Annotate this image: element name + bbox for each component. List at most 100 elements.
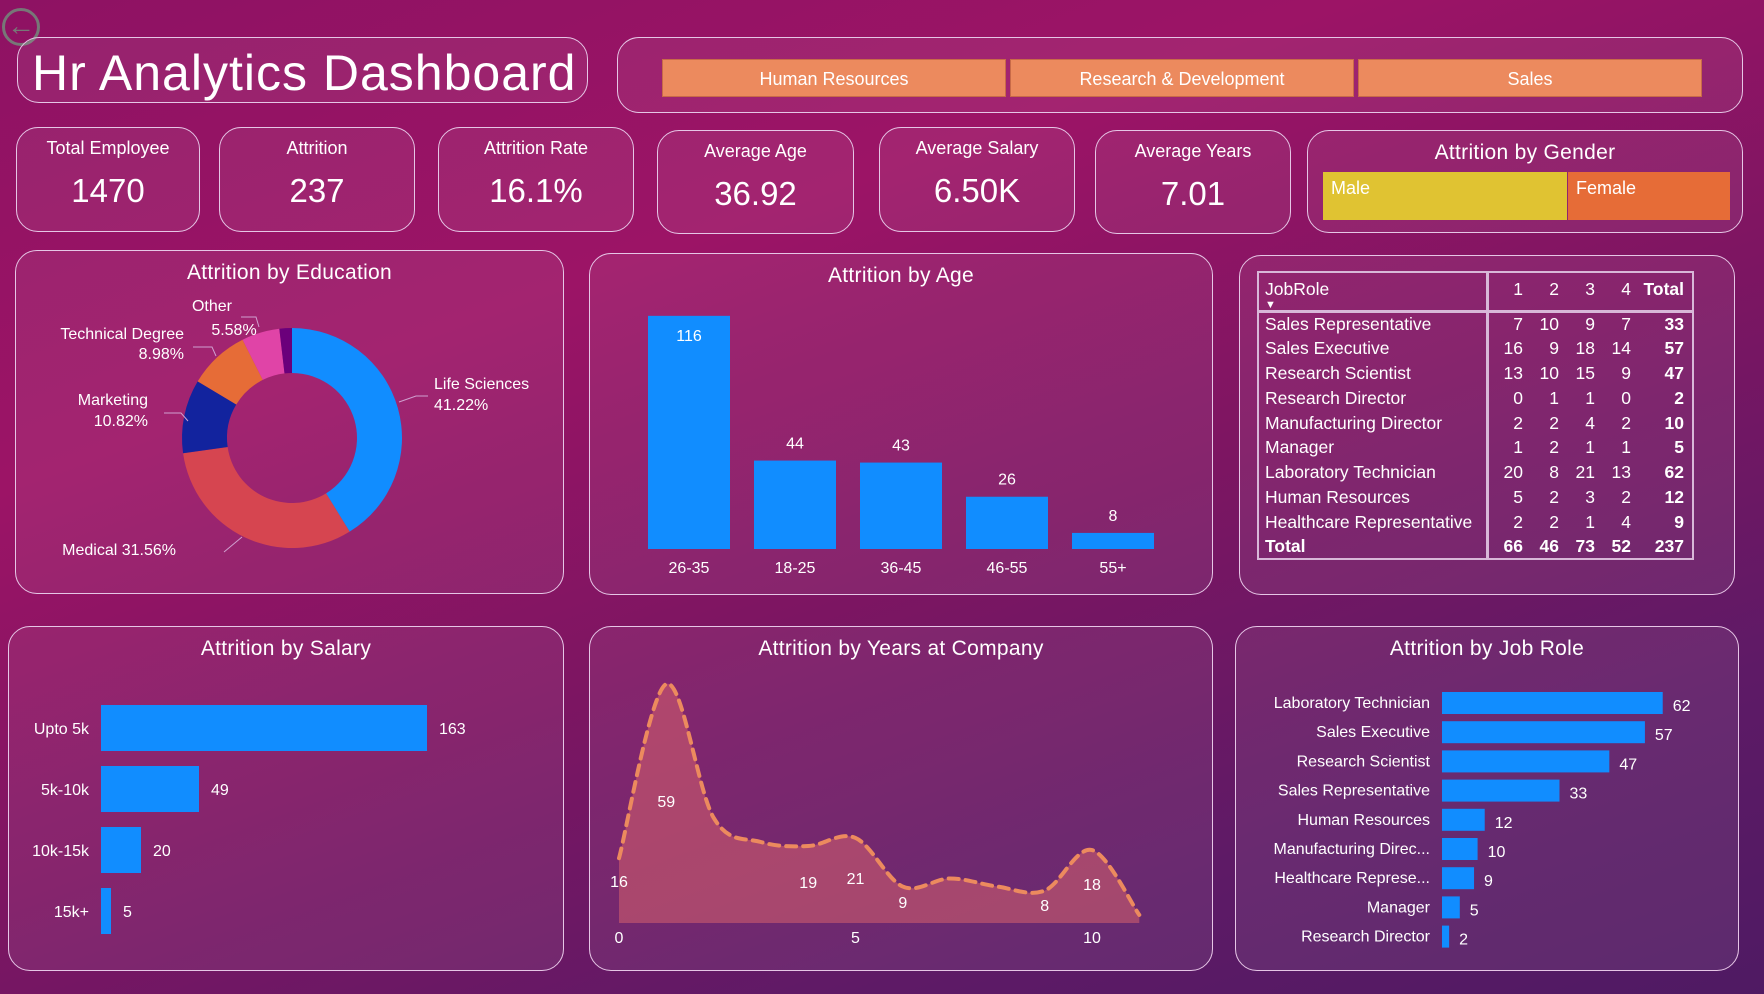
row-label: Healthcare Representative: [1258, 509, 1489, 535]
cell: 15: [1575, 362, 1595, 383]
cell: 1: [1621, 437, 1631, 458]
slice-label-name: Life Sciences: [434, 376, 529, 393]
cell: 5: [1674, 437, 1684, 458]
cell: 18: [1575, 338, 1595, 359]
gender-bar-female[interactable]: Female: [1568, 172, 1730, 220]
kpi-value: 6.50K: [933, 172, 1021, 209]
data-label: 18: [1083, 877, 1101, 894]
slice-label-value: 8.98%: [139, 346, 184, 363]
bar: [860, 462, 942, 549]
cell: 2: [1549, 412, 1559, 433]
row-label: Research Scientist: [1258, 361, 1489, 386]
data-label: 49: [211, 782, 229, 799]
cell: 47: [1664, 362, 1684, 383]
age-panel: Attrition by Age 116 26-35 44 18-25 43 36-45 2…: [589, 253, 1213, 595]
data-label: 2: [1459, 932, 1468, 949]
cell: 2: [1549, 486, 1559, 507]
y-tick-label: Laboratory Technician: [1274, 695, 1430, 712]
cell: 33: [1664, 314, 1684, 335]
kpi-average-years: Average Years 7.01: [1095, 130, 1291, 234]
data-label: 8: [1109, 508, 1118, 525]
data-label: 47: [1619, 756, 1637, 773]
data-label: 9: [1484, 873, 1493, 890]
kpi-value: 7.01: [1160, 175, 1226, 212]
years-panel: Attrition by Years at Company 16 59 19 21 9 8…: [589, 626, 1213, 971]
cell: 10: [1539, 314, 1559, 335]
cell: 13: [1503, 362, 1523, 383]
bar: [648, 315, 730, 549]
bar: [966, 496, 1048, 549]
row-label: Human Resources: [1258, 485, 1489, 510]
gender-bar-male[interactable]: Male: [1323, 172, 1567, 220]
bar: [1072, 532, 1154, 549]
x-tick-label: 26-35: [669, 560, 710, 577]
data-label: 19: [799, 875, 817, 892]
data-label: 43: [892, 438, 910, 455]
slice-label-value: 5.58%: [211, 322, 256, 339]
cell: 12: [1664, 486, 1684, 507]
data-label: 12: [1495, 815, 1513, 832]
row-label: Sales Representative: [1258, 311, 1489, 337]
y-tick-label: Human Resources: [1298, 812, 1431, 829]
table-row: Laboratory Technician 20 8 21 13 62: [1258, 460, 1693, 486]
cell: 1: [1585, 387, 1595, 408]
kpi-average-salary: Average Salary 6.50K: [879, 127, 1075, 232]
cell: 2: [1674, 387, 1684, 408]
kpi-value: 36.92: [714, 175, 797, 212]
jobrole-satisfaction-matrix: JobRole ▼ 1 2 3 4 Total Sales Representat…: [1257, 271, 1694, 561]
kpi-label: Average Years: [1134, 141, 1252, 161]
gender-title: Attrition by Gender: [1434, 141, 1616, 164]
cell: 66: [1503, 536, 1523, 557]
title-card: Hr Analytics Dashboard: [17, 37, 588, 103]
cell: 7: [1621, 314, 1631, 335]
table-row: Manager 1 2 1 1 5: [1258, 435, 1693, 461]
y-tick-label: Manager: [1367, 899, 1431, 916]
leader-line: [398, 395, 428, 403]
cell: 3: [1585, 486, 1595, 507]
cell: 62: [1664, 462, 1684, 483]
table-row: Healthcare Representative 2 2 1 4 9: [1258, 509, 1693, 535]
matrix-header-total: Total: [1643, 279, 1684, 299]
sort-desc-icon[interactable]: ▼: [1265, 300, 1486, 311]
y-tick-label: Upto 5k: [34, 721, 90, 738]
dept-button-human-resources[interactable]: Human Resources: [662, 59, 1006, 97]
kpi-total-employee: Total Employee 1470: [16, 127, 200, 232]
x-tick-label: 55+: [1099, 560, 1126, 577]
bar: [754, 460, 836, 549]
bar: [1442, 808, 1485, 831]
matrix-header-jobrole[interactable]: JobRole ▼: [1258, 272, 1489, 312]
leader-line: [193, 346, 217, 357]
cell: 9: [1674, 511, 1684, 532]
row-label: Research Director: [1258, 385, 1489, 411]
salary-bar-chart: Upto 5k 163 5k-10k 49 10k-15k 20 15k+ 5: [32, 705, 466, 934]
y-tick-label: 10k-15k: [32, 843, 90, 860]
kpi-label: Average Age: [704, 141, 807, 161]
dept-button-research-development[interactable]: Research & Development: [1010, 59, 1354, 97]
slice-label-value: 10.82%: [94, 413, 148, 430]
cell: 1: [1549, 387, 1559, 408]
matrix-header: 4: [1621, 279, 1631, 299]
cell: 2: [1513, 412, 1523, 433]
table-row: Human Resources 5 2 3 2 12: [1258, 485, 1693, 510]
y-tick-label: Sales Executive: [1316, 724, 1430, 741]
data-label: 8: [1040, 898, 1049, 915]
kpi-value: 16.1%: [489, 172, 583, 209]
kpi-average-age: Average Age 36.92: [657, 130, 854, 234]
data-label: 163: [439, 721, 466, 738]
cell: 4: [1621, 511, 1631, 532]
cell: 2: [1621, 486, 1631, 507]
years-area-chart: 16 59 19 21 9 8 18 0 5 10: [610, 682, 1142, 947]
x-tick-label: 36-45: [881, 560, 922, 577]
dept-button-sales[interactable]: Sales: [1358, 59, 1702, 97]
matrix-header-row: JobRole ▼ 1 2 3 4 Total: [1258, 272, 1693, 312]
age-bar-chart: 116 26-35 44 18-25 43 36-45 26 46-55 8 55+: [648, 315, 1154, 577]
slice-label-name: Technical Degree: [60, 326, 184, 343]
cell: 8: [1549, 462, 1559, 483]
cell: 0: [1513, 387, 1523, 408]
matrix-header: 2: [1549, 279, 1559, 299]
data-label: 5: [1470, 902, 1479, 919]
jobrole-matrix-panel: JobRole ▼ 1 2 3 4 Total Sales Representat…: [1239, 255, 1735, 595]
department-slicer: Human Resources Research & Development S…: [617, 37, 1743, 113]
y-tick-label: 15k+: [54, 904, 89, 921]
bar: [1442, 779, 1560, 802]
